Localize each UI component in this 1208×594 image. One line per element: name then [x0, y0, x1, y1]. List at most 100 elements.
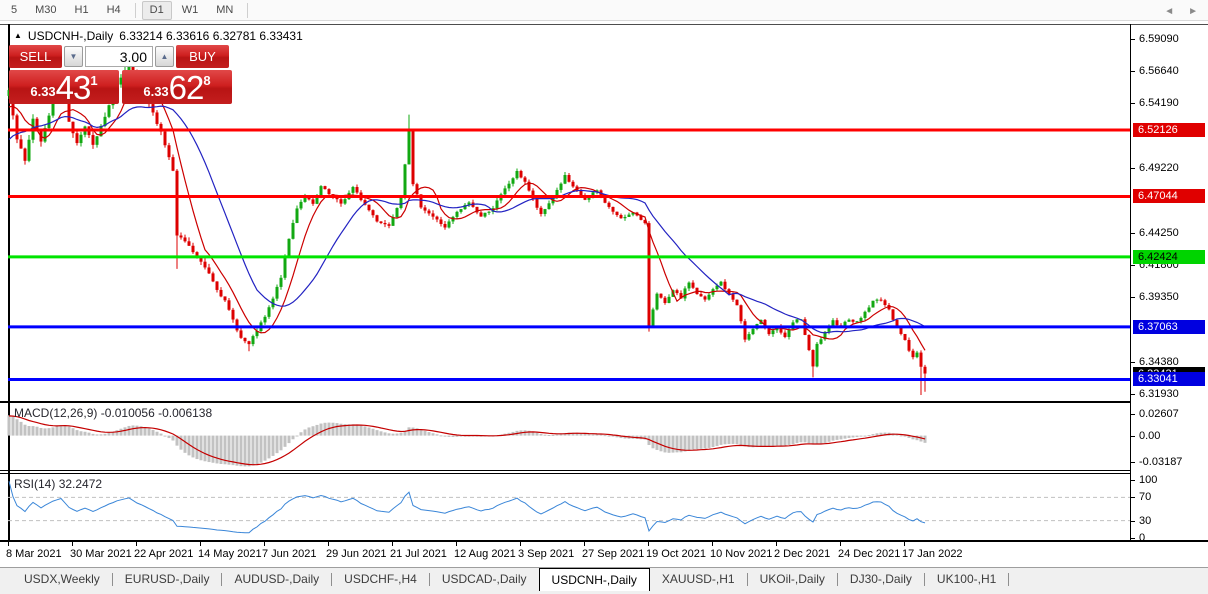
date-label: 21 Jul 2021 [390, 548, 447, 560]
chart-tab-eurusd-[interactable]: EURUSD-,Daily [113, 569, 222, 590]
main-macd-separator[interactable] [0, 401, 1130, 403]
timeframe-button-5[interactable]: 5 [3, 1, 25, 20]
volume-increase-button[interactable]: ▲ [155, 46, 174, 67]
collapse-panel-icon[interactable]: ▲ [14, 32, 22, 40]
price-tick-mark [1130, 297, 1135, 298]
macd-tick-label: 0.02607 [1139, 408, 1179, 420]
chart-tab-uk100-[interactable]: UK100-,H1 [925, 569, 1008, 590]
tab-scroll-left-icon[interactable]: ◄ [1164, 6, 1174, 17]
toolbar-divider [135, 3, 136, 18]
date-tick-mark [264, 542, 265, 546]
sell-price-main: 43 [56, 71, 91, 104]
chart-tab-bar: USDX,WeeklyEURUSD-,DailyAUDUSD-,DailyUSD… [0, 567, 1208, 594]
level-price-label: 6.33041 [1133, 372, 1205, 386]
date-label: 22 Apr 2021 [134, 548, 193, 560]
date-label: 17 Jan 2022 [902, 548, 963, 560]
tab-scroll-right-icon[interactable]: ► [1188, 6, 1198, 17]
timeframe-button-h1[interactable]: H1 [67, 1, 97, 20]
price-tick-label: 6.49220 [1139, 162, 1179, 174]
date-tick-mark [392, 542, 393, 546]
macd-tick-label: 0.00 [1139, 430, 1160, 442]
rsi-name: RSI(14) [14, 477, 55, 491]
date-label: 19 Oct 2021 [646, 548, 706, 560]
price-tick-mark [1130, 265, 1135, 266]
price-tick-label: 6.39350 [1139, 291, 1179, 303]
one-click-trading-panel: SELL ▼ ▲ BUY 6.33431 6.33628 [9, 45, 233, 105]
rsi-canvas[interactable] [8, 474, 1130, 540]
price-tick-label: 6.44250 [1139, 227, 1179, 239]
date-tick-mark [520, 542, 521, 546]
price-tick-mark [1130, 71, 1135, 72]
timeframe-button-m30[interactable]: M30 [27, 1, 64, 20]
chart-tab-usdcnh-[interactable]: USDCNH-,Daily [539, 568, 650, 591]
timeframe-toolbar: 5M30H1H4 D1W1MN [0, 0, 1208, 21]
volume-decrease-button[interactable]: ▼ [64, 46, 83, 67]
chart-ohlc-values: 6.33214 6.33616 6.32781 6.33431 [119, 29, 303, 43]
date-tick-mark [648, 542, 649, 546]
volume-input[interactable] [85, 46, 153, 67]
date-tick-mark [904, 542, 905, 546]
rsi-indicator-label: RSI(14) 32.2472 [14, 477, 102, 491]
date-tick-mark [8, 542, 9, 546]
chart-tab-ukoil-[interactable]: UKOil-,Daily [748, 569, 837, 590]
date-tick-mark [584, 542, 585, 546]
macd-values: -0.010056 -0.006138 [101, 406, 212, 420]
price-tick-mark [1130, 39, 1135, 40]
date-tick-mark [136, 542, 137, 546]
macd-name: MACD(12,26,9) [14, 406, 97, 420]
macd-rsi-separator-b [0, 473, 1130, 474]
sell-price-quote[interactable]: 6.33431 [9, 70, 119, 104]
chart-tab-usdcad-[interactable]: USDCAD-,Daily [430, 569, 539, 590]
trading-terminal: 5M30H1H4 D1W1MN ▲ USDCNH-,Daily 6.33214 6… [0, 0, 1208, 594]
sell-price-base: 6.33 [30, 84, 55, 99]
date-tick-mark [712, 542, 713, 546]
date-label: 2 Dec 2021 [774, 548, 830, 560]
tab-scroll-nav: ◄ ► [1164, 6, 1198, 17]
timeframe-button-h4[interactable]: H4 [99, 1, 129, 20]
chart-tab-usdchf-[interactable]: USDCHF-,H4 [332, 569, 429, 590]
date-label: 24 Dec 2021 [838, 548, 900, 560]
buy-button[interactable]: BUY [176, 45, 229, 68]
chart-symbol-label: USDCNH-,Daily [28, 29, 113, 43]
buy-price-quote[interactable]: 6.33628 [122, 70, 232, 104]
chart-tab-audusd-[interactable]: AUDUSD-,Daily [222, 569, 331, 590]
level-price-label: 6.52126 [1133, 123, 1205, 137]
macd-rsi-separator-a[interactable] [0, 470, 1130, 471]
chart-tab-usdx[interactable]: USDX,Weekly [12, 569, 112, 590]
chart-tab-dj30-[interactable]: DJ30-,Daily [838, 569, 924, 590]
price-tick-label: 6.31930 [1139, 388, 1179, 400]
timeframe-button-d1[interactable]: D1 [142, 1, 172, 20]
rsi-tick-mark [1130, 480, 1135, 481]
date-label: 3 Sep 2021 [518, 548, 574, 560]
macd-tick-mark [1130, 462, 1135, 463]
buy-price-sup: 8 [203, 73, 210, 88]
chart-tab-xauusd-[interactable]: XAUUSD-,H1 [650, 569, 747, 590]
price-tick-mark [1130, 103, 1135, 104]
date-label: 8 Mar 2021 [6, 548, 62, 560]
date-label: 29 Jun 2021 [326, 548, 387, 560]
date-tick-mark [776, 542, 777, 546]
level-price-label: 6.37063 [1133, 320, 1205, 334]
buy-price-base: 6.33 [143, 84, 168, 99]
date-label: 27 Sep 2021 [582, 548, 644, 560]
macd-tick-mark [1130, 414, 1135, 415]
date-tick-mark [328, 542, 329, 546]
tab-divider [1008, 573, 1009, 586]
buy-price-main: 62 [169, 71, 204, 104]
date-tick-mark [200, 542, 201, 546]
timeframe-button-mn[interactable]: MN [208, 1, 241, 20]
spinner-down-icon: ▼ [70, 52, 78, 61]
timeframe-button-w1[interactable]: W1 [174, 1, 207, 20]
price-axis-border [1130, 24, 1131, 541]
price-tick-label: 6.54190 [1139, 97, 1179, 109]
rsi-tick-mark [1130, 538, 1135, 539]
sell-button[interactable]: SELL [9, 45, 62, 68]
rsi-tick-mark [1130, 521, 1135, 522]
date-tick-mark [72, 542, 73, 546]
price-tick-mark [1130, 362, 1135, 363]
date-label: 12 Aug 2021 [454, 548, 516, 560]
rsi-tick-label: 30 [1139, 515, 1151, 527]
price-tick-mark [1130, 168, 1135, 169]
date-axis[interactable]: 8 Mar 202130 Mar 202122 Apr 202114 May 2… [0, 542, 1208, 567]
date-tick-mark [456, 542, 457, 546]
